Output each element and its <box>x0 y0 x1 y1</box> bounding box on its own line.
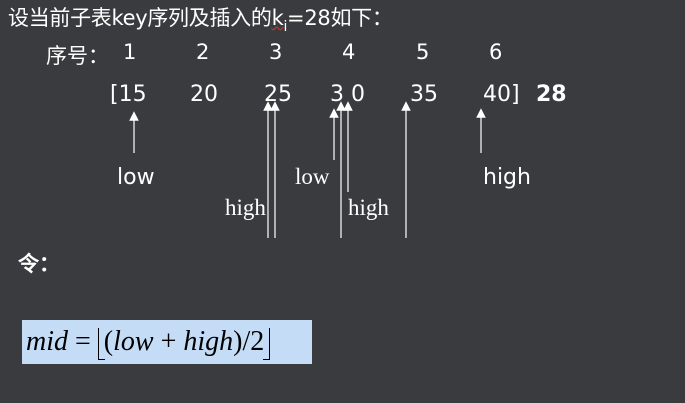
formula-close: )/2 <box>233 326 265 357</box>
formula-low: low <box>113 326 154 357</box>
ling-label: 令： <box>18 252 60 276</box>
mid-formula: mid = (low + high)/2 <box>22 320 312 364</box>
floor-bracket: (low + high)/2 <box>97 326 271 360</box>
formula-mid: mid <box>26 326 68 357</box>
label-high-2: high <box>348 195 389 220</box>
label-high-3: high <box>483 165 531 190</box>
formula-plus: + <box>153 326 184 357</box>
formula-high: high <box>183 326 234 357</box>
label-low-1: low <box>117 165 155 190</box>
label-low-2: low <box>295 164 330 189</box>
label-high-1: high <box>225 195 266 220</box>
formula-open-paren: ( <box>103 326 114 357</box>
formula-equals: = <box>68 326 98 357</box>
